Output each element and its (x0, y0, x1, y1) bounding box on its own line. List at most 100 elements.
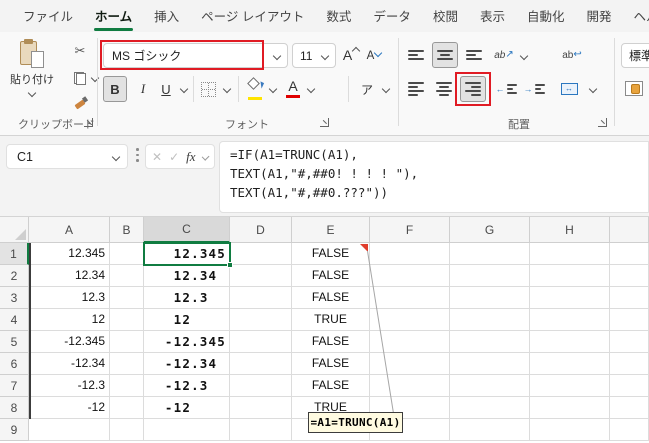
cell-A5[interactable]: -12.345 (29, 331, 110, 353)
cell-A4[interactable]: 12 (29, 309, 110, 331)
cell-G2[interactable] (450, 265, 530, 287)
tab-view[interactable]: 表示 (469, 0, 516, 33)
cell-B4[interactable] (110, 309, 144, 331)
accounting-format-button[interactable] (623, 78, 645, 98)
cell-E3[interactable]: FALSE (292, 287, 370, 309)
paste-button[interactable]: 貼り付け (8, 40, 56, 116)
tab-automate[interactable]: 自動化 (516, 0, 576, 33)
cell-I1[interactable] (610, 243, 649, 265)
cancel-icon[interactable]: ✕ (152, 150, 162, 164)
cell-F4[interactable] (370, 309, 450, 331)
cell-C2[interactable]: 12.34 (144, 265, 230, 287)
cell-C3[interactable]: 12.3 (144, 287, 230, 309)
col-header-D[interactable]: D (230, 217, 292, 243)
cell-E5[interactable]: FALSE (292, 331, 370, 353)
cell-B2[interactable] (110, 265, 144, 287)
cell-C4[interactable]: 12 (144, 309, 230, 331)
fill-color-chevron-icon[interactable] (269, 85, 277, 93)
cell-I5[interactable] (610, 331, 649, 353)
cell-H5[interactable] (530, 331, 610, 353)
cell-B5[interactable] (110, 331, 144, 353)
increase-font-size-button[interactable]: A (341, 44, 361, 66)
cell-I6[interactable] (610, 353, 649, 375)
col-header-G[interactable]: G (450, 217, 530, 243)
tab-insert[interactable]: 挿入 (143, 0, 190, 33)
cell-E1[interactable]: FALSE (292, 243, 370, 265)
align-right-button[interactable] (460, 76, 486, 102)
cell-H9[interactable] (530, 419, 610, 441)
cell-E4[interactable]: TRUE (292, 309, 370, 331)
row-header-2[interactable]: 2 (0, 265, 29, 287)
col-header-C[interactable]: C (144, 217, 230, 243)
cell-B6[interactable] (110, 353, 144, 375)
cell-D1[interactable] (230, 243, 292, 265)
merge-center-chevron-icon[interactable] (589, 85, 597, 93)
cell-I4[interactable] (610, 309, 649, 331)
cell-B8[interactable] (110, 397, 144, 419)
cell-C1[interactable]: 12.345 (144, 243, 230, 265)
cut-button[interactable]: ✂ (70, 42, 90, 60)
tab-file[interactable]: ファイル (12, 0, 84, 33)
tab-home[interactable]: ホーム (84, 0, 143, 33)
cell-H6[interactable] (530, 353, 610, 375)
tab-formulas[interactable]: 数式 (315, 0, 362, 33)
cell-E6[interactable]: FALSE (292, 353, 370, 375)
tab-developer[interactable]: 開発 (575, 0, 622, 33)
row-header-6[interactable]: 6 (0, 353, 29, 375)
row-header-8[interactable]: 8 (0, 397, 29, 419)
cell-G5[interactable] (450, 331, 530, 353)
row-header-9[interactable]: 9 (0, 419, 29, 441)
format-painter-button[interactable] (72, 94, 88, 110)
select-all-corner[interactable] (0, 217, 29, 243)
col-header-H[interactable]: H (530, 217, 610, 243)
cell-G3[interactable] (450, 287, 530, 309)
cell-F3[interactable] (370, 287, 450, 309)
font-name-combobox[interactable]: MS ゴシック (103, 43, 288, 68)
orientation-chevron-icon[interactable] (520, 52, 528, 60)
underline-button[interactable]: U (156, 76, 176, 102)
cell-F2[interactable] (370, 265, 450, 287)
cell-G1[interactable] (450, 243, 530, 265)
row-header-4[interactable]: 4 (0, 309, 29, 331)
formula-bar-grip[interactable] (136, 148, 139, 162)
tab-page-layout[interactable]: ページ レイアウト (190, 0, 315, 33)
cell-I9[interactable] (610, 419, 649, 441)
tab-review[interactable]: 校閲 (422, 0, 469, 33)
font-color-button[interactable]: A (283, 76, 303, 100)
cell-A9[interactable] (29, 419, 110, 441)
cell-C9[interactable] (144, 419, 230, 441)
cell-H1[interactable] (530, 243, 610, 265)
cell-E2[interactable]: FALSE (292, 265, 370, 287)
cell-A1[interactable]: 12.345 (29, 243, 110, 265)
clipboard-dialog-launcher[interactable] (84, 118, 93, 127)
cell-B9[interactable] (110, 419, 144, 441)
cell-H7[interactable] (530, 375, 610, 397)
increase-indent-button[interactable]: → (522, 78, 546, 100)
cell-D9[interactable] (230, 419, 292, 441)
cell-G6[interactable] (450, 353, 530, 375)
cell-D8[interactable] (230, 397, 292, 419)
font-dialog-launcher[interactable] (320, 118, 329, 127)
alignment-dialog-launcher[interactable] (598, 118, 607, 127)
align-bottom-button[interactable] (462, 44, 486, 66)
decrease-font-size-button[interactable]: A (364, 46, 384, 66)
copy-button[interactable] (72, 70, 88, 86)
cell-H3[interactable] (530, 287, 610, 309)
tab-help[interactable]: ヘルプ (623, 0, 649, 33)
cell-G4[interactable] (450, 309, 530, 331)
cell-E7[interactable]: FALSE (292, 375, 370, 397)
font-size-combobox[interactable]: 11 (292, 43, 336, 68)
row-header-1[interactable]: 1 (0, 243, 29, 265)
name-box[interactable]: C1 (6, 144, 128, 169)
cell-D7[interactable] (230, 375, 292, 397)
cell-D3[interactable] (230, 287, 292, 309)
cell-A8[interactable]: -12 (29, 397, 110, 419)
italic-button[interactable]: I (133, 76, 153, 102)
row-header-5[interactable]: 5 (0, 331, 29, 353)
cell-G8[interactable] (450, 397, 530, 419)
cell-H2[interactable] (530, 265, 610, 287)
col-header-E[interactable]: E (292, 217, 370, 243)
phonetic-chevron-icon[interactable] (382, 85, 390, 93)
cell-B3[interactable] (110, 287, 144, 309)
fx-chevron-icon[interactable] (201, 152, 209, 160)
